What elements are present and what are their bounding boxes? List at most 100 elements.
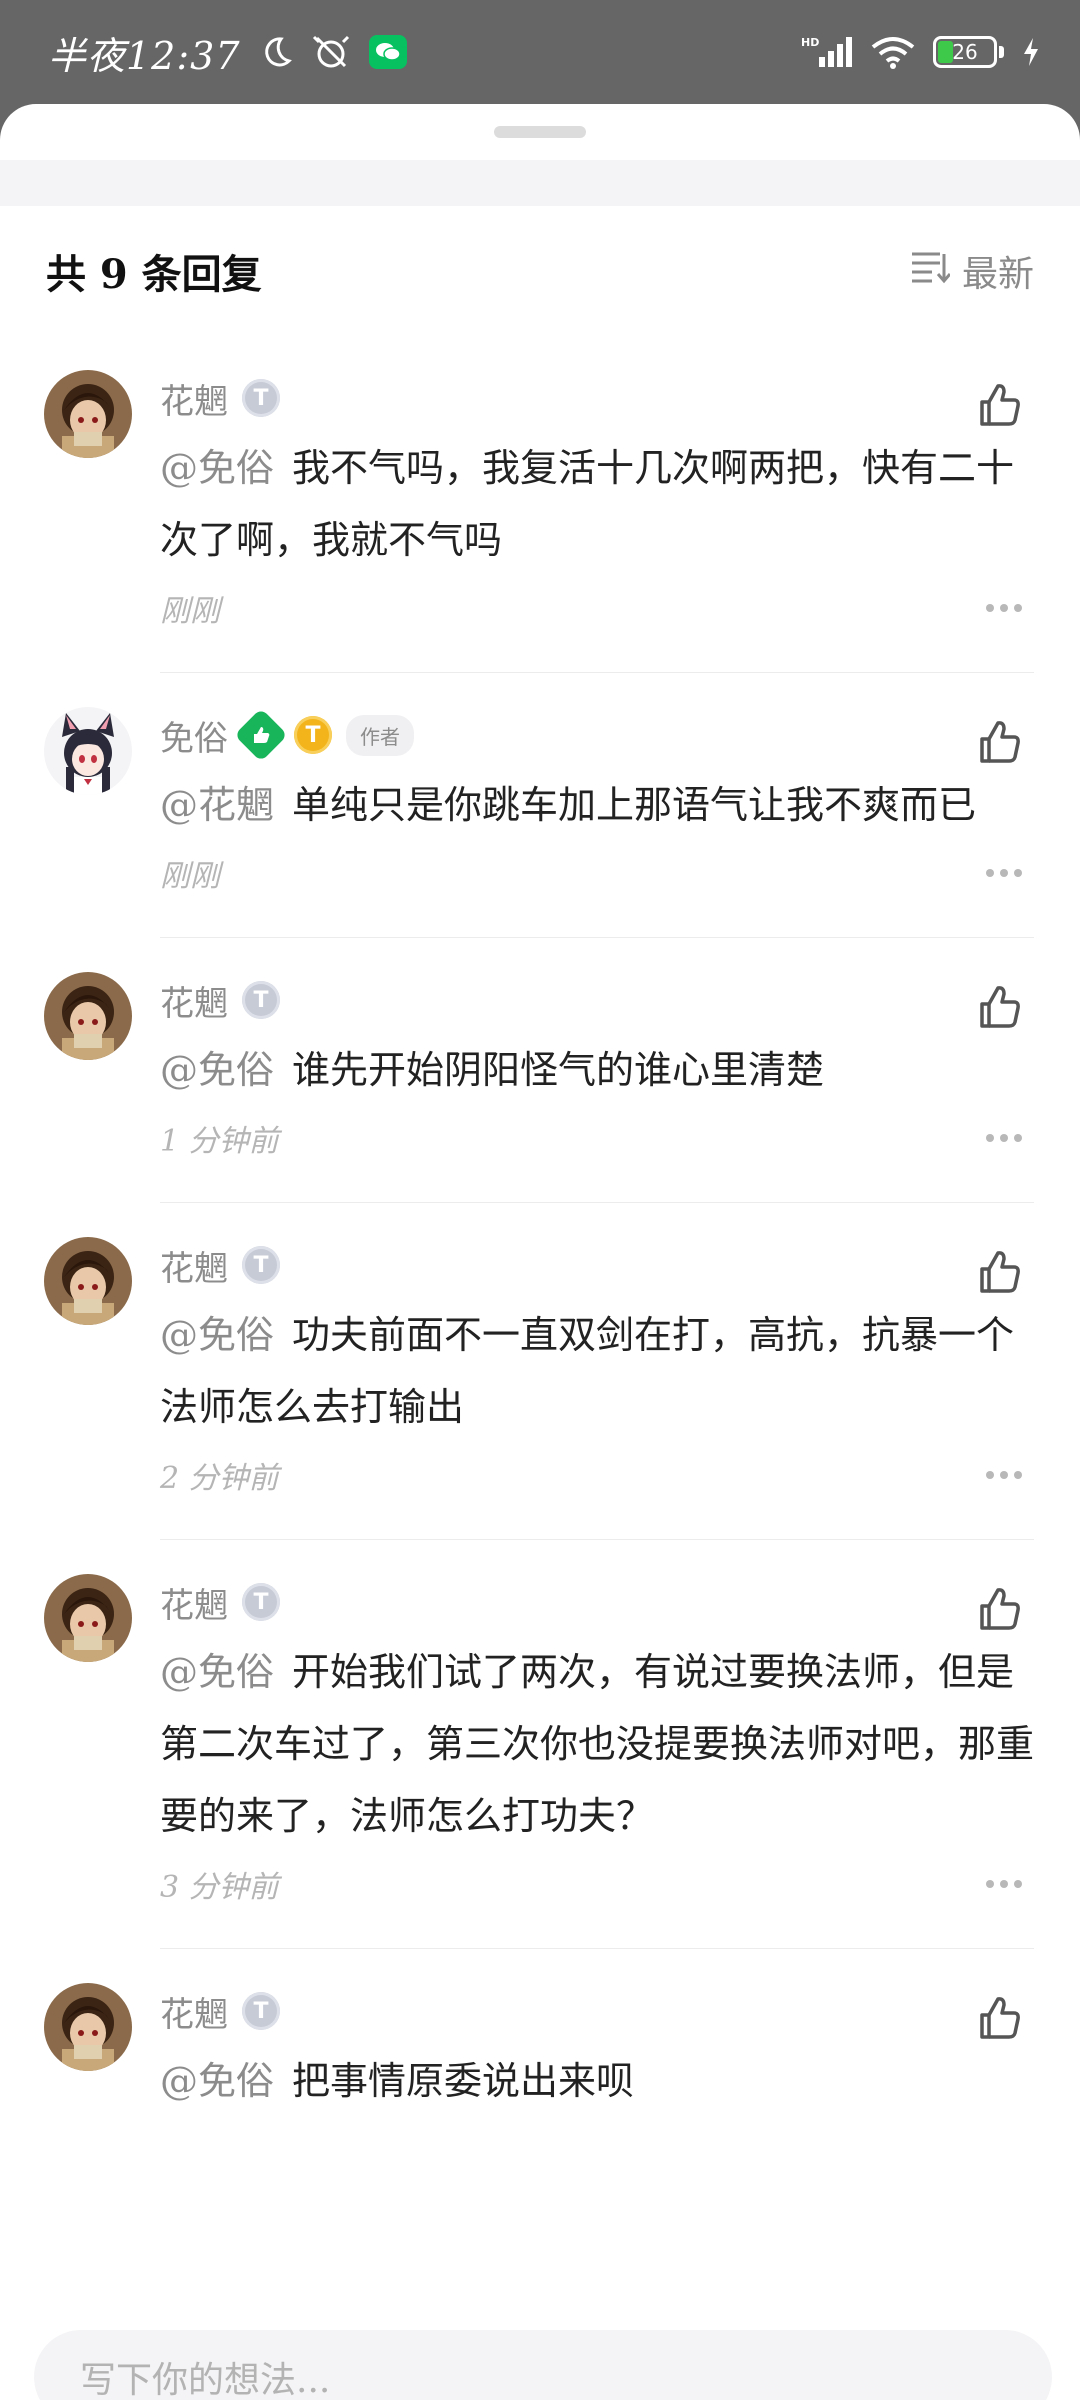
- replies-sheet: 共 9 条回复 最新 花魍 T @免俗 我不气吗，我复活十几次啊两把，快有二十次了啊，…: [0, 104, 1080, 2400]
- avatar[interactable]: [44, 1237, 132, 1325]
- comment-meta: 1 分钟前: [160, 1108, 1034, 1168]
- comments-list: 花魍 T @免俗 我不气吗，我复活十几次啊两把，快有二十次了啊，我就不气吗 刚刚 免俗 T 作…: [0, 336, 1080, 2117]
- comment-item[interactable]: 花魍 T @免俗 谁先开始阴阳怪气的谁心里清楚 1 分钟前: [0, 938, 1080, 1203]
- thumb-badge-icon: [234, 708, 288, 762]
- more-options-icon[interactable]: [986, 604, 1022, 612]
- timestamp: 1 分钟前: [160, 1124, 279, 1159]
- level-badge-icon: T: [242, 1992, 280, 2030]
- comment-meta: 刚刚: [160, 843, 1034, 903]
- more-options-icon[interactable]: [986, 1880, 1022, 1888]
- like-button[interactable]: [974, 1993, 1024, 2043]
- comment-item[interactable]: 花魍 T @免俗 开始我们试了两次，有说过要换法师，但是第二次车过了，第三次你也没提要…: [0, 1540, 1080, 1949]
- wifi-icon: [871, 35, 915, 69]
- comment-body: 把事情原委说出来呗: [292, 2059, 635, 2103]
- comment-input-placeholder: 写下你的想法...: [80, 2360, 331, 2400]
- name-row: 花魍 T: [160, 370, 1034, 426]
- comment-text: @免俗 谁先开始阴阳怪气的谁心里清楚: [160, 1034, 1034, 1106]
- avatar[interactable]: [44, 707, 132, 795]
- mention-link[interactable]: @花魍: [160, 783, 274, 827]
- like-button[interactable]: [974, 1247, 1024, 1297]
- level-badge-icon: T: [242, 1583, 280, 1621]
- more-options-icon[interactable]: [986, 869, 1022, 877]
- author-tag: 作者: [346, 714, 414, 756]
- moon-icon: [259, 35, 293, 69]
- more-options-icon[interactable]: [986, 1471, 1022, 1479]
- level-badge-icon: T: [242, 981, 280, 1019]
- mention-link[interactable]: @免俗: [160, 1313, 274, 1357]
- bottom-input-bar: 写下你的想法...: [0, 2300, 1080, 2400]
- comment-meta: 2 分钟前: [160, 1445, 1034, 1505]
- comment-meta: 刚刚: [160, 578, 1034, 638]
- alarm-off-icon: [311, 34, 351, 70]
- more-options-icon[interactable]: [986, 1134, 1022, 1142]
- avatar[interactable]: [44, 370, 132, 458]
- comment-body: 谁先开始阴阳怪气的谁心里清楚: [292, 1048, 825, 1092]
- username[interactable]: 花魍: [160, 1241, 228, 1290]
- battery-icon: 26: [933, 36, 1004, 68]
- name-row: 免俗 T 作者: [160, 707, 1034, 763]
- timestamp: 2 分钟前: [160, 1461, 279, 1496]
- timestamp: 刚刚: [160, 594, 220, 629]
- comment-body: 我不气吗，我复活十几次啊两把，快有二十次了啊，我就不气吗: [160, 446, 1015, 562]
- avatar[interactable]: [44, 1574, 132, 1662]
- status-left: 半夜12:37: [48, 25, 407, 80]
- comment-input[interactable]: 写下你的想法...: [34, 2330, 1052, 2400]
- comment-body: 单纯只是你跳车加上那语气让我不爽而已: [292, 783, 977, 827]
- thumbs-up-icon: [974, 1251, 1024, 1301]
- comment-text: @花魍 单纯只是你跳车加上那语气让我不爽而已: [160, 769, 1034, 841]
- comment-body: 功夫前面不一直双剑在打，高抗，抗暴一个法师怎么去打输出: [160, 1313, 1015, 1429]
- username[interactable]: 花魍: [160, 374, 228, 423]
- comment-item[interactable]: 花魍 T @免俗 我不气吗，我复活十几次啊两把，快有二十次了啊，我就不气吗刚刚: [0, 336, 1080, 673]
- name-row: 花魍 T: [160, 972, 1034, 1028]
- wechat-icon: [368, 35, 407, 69]
- like-button[interactable]: [974, 380, 1024, 430]
- status-right: HD 26: [801, 35, 1040, 69]
- signal-icon: HD: [801, 35, 853, 69]
- status-time: 半夜12:37: [48, 33, 241, 78]
- comment-meta: 3 分钟前: [160, 1854, 1034, 1914]
- avatar[interactable]: [44, 1983, 132, 2071]
- replies-count-title: 共 9 条回复: [46, 251, 262, 298]
- username[interactable]: 免俗: [160, 711, 228, 760]
- thumbs-up-icon: [974, 1588, 1024, 1638]
- comment-text: @免俗 我不气吗，我复活十几次啊两把，快有二十次了啊，我就不气吗: [160, 432, 1034, 576]
- replies-header: 共 9 条回复 最新: [0, 206, 1080, 336]
- like-button[interactable]: [974, 1584, 1024, 1634]
- thumbs-up-icon: [974, 721, 1024, 771]
- timestamp: 3 分钟前: [160, 1870, 279, 1905]
- username[interactable]: 花魍: [160, 1987, 228, 2036]
- drag-handle[interactable]: [494, 126, 586, 138]
- comment-body: 开始我们试了两次，有说过要换法师，但是第二次车过了，第三次你也没提要换法师对吧，…: [160, 1650, 1035, 1838]
- sort-button[interactable]: 最新: [910, 245, 1034, 297]
- comment-text: @免俗 把事情原委说出来呗: [160, 2045, 1034, 2117]
- mention-link[interactable]: @免俗: [160, 446, 274, 490]
- comment-text: @免俗 功夫前面不一直双剑在打，高抗，抗暴一个法师怎么去打输出: [160, 1299, 1034, 1443]
- username[interactable]: 花魍: [160, 976, 228, 1025]
- level-badge-icon: T: [294, 716, 332, 754]
- svg-text:HD: HD: [801, 36, 819, 49]
- bottom-fade: [0, 2254, 1080, 2300]
- thumbs-up-icon: [974, 384, 1024, 434]
- mention-link[interactable]: @免俗: [160, 2059, 274, 2103]
- like-button[interactable]: [974, 982, 1024, 1032]
- charging-icon: [1022, 37, 1040, 67]
- mention-link[interactable]: @免俗: [160, 1048, 274, 1092]
- thumbs-up-icon: [974, 986, 1024, 1036]
- sort-label: 最新: [961, 254, 1034, 295]
- name-row: 花魍 T: [160, 1237, 1034, 1293]
- name-row: 花魍 T: [160, 1983, 1034, 2039]
- like-button[interactable]: [974, 717, 1024, 767]
- avatar[interactable]: [44, 972, 132, 1060]
- comment-item[interactable]: 免俗 T 作者 @花魍 单纯只是你跳车加上那语气让我不爽而已刚刚: [0, 673, 1080, 938]
- sheet-gap: [0, 160, 1080, 206]
- comment-item[interactable]: 花魍 T @免俗 功夫前面不一直双剑在打，高抗，抗暴一个法师怎么去打输出 2 分钟前: [0, 1203, 1080, 1540]
- level-badge-icon: T: [242, 379, 280, 417]
- username[interactable]: 花魍: [160, 1578, 228, 1627]
- timestamp: 刚刚: [160, 859, 220, 894]
- thumbs-up-icon: [974, 1997, 1024, 2047]
- name-row: 花魍 T: [160, 1574, 1034, 1630]
- level-badge-icon: T: [242, 1246, 280, 1284]
- mention-link[interactable]: @免俗: [160, 1650, 274, 1694]
- comment-item[interactable]: 花魍 T @免俗 把事情原委说出来呗: [0, 1949, 1080, 2117]
- comment-text: @免俗 开始我们试了两次，有说过要换法师，但是第二次车过了，第三次你也没提要换法师…: [160, 1636, 1034, 1852]
